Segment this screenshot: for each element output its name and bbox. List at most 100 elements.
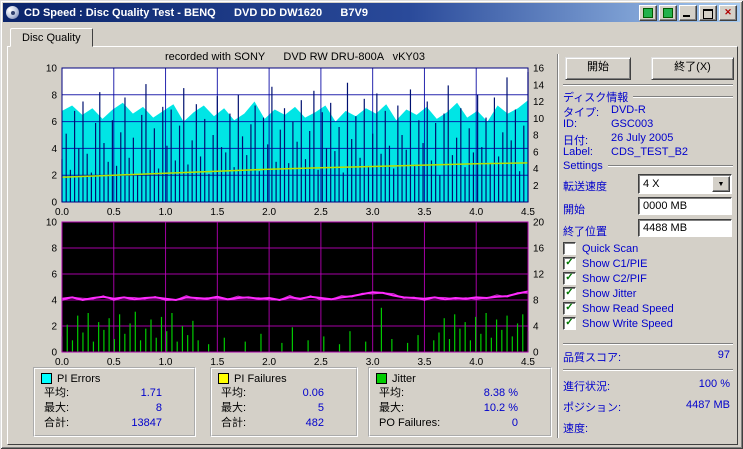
svg-text:3.0: 3.0 <box>366 207 380 218</box>
svg-text:4: 4 <box>533 322 539 333</box>
avg-label: 平均: <box>44 387 70 399</box>
svg-text:1.0: 1.0 <box>159 207 173 218</box>
svg-text:2: 2 <box>51 322 57 333</box>
po-failures-value: 0 <box>511 417 518 429</box>
header-rule <box>633 96 733 98</box>
transfer-speed-label: 転送速度 <box>563 181 607 193</box>
jitter-title: Jitter <box>392 372 416 385</box>
pi-errors-stats-box: PI Errors 平均: 1.71 最大: 8 合計: 13847 <box>33 367 196 437</box>
checkbox-row-show-jitter[interactable]: ✓ Show Jitter <box>563 286 735 301</box>
svg-text:12: 12 <box>533 270 545 281</box>
close-button[interactable]: ✕ <box>719 4 737 21</box>
checkbox-row-show-read-speed[interactable]: ✓ Show Read Speed <box>563 301 735 316</box>
total-value: 482 <box>305 417 324 429</box>
checkbox-label: Show Jitter <box>582 287 637 300</box>
start-position-input[interactable]: 0000 MB <box>638 197 732 215</box>
checkbox[interactable]: ✓ <box>563 257 576 270</box>
avg-value: 8.38 % <box>483 387 518 399</box>
svg-text:1.5: 1.5 <box>210 207 224 218</box>
svg-text:4: 4 <box>533 164 539 175</box>
titlebar: CD Speed : Disc Quality Test - BENQ DVD … <box>3 3 740 22</box>
minimize-icon <box>683 14 690 17</box>
transfer-speed-value: 4 X <box>643 178 660 190</box>
svg-text:8: 8 <box>51 90 57 101</box>
checkbox[interactable]: ✓ <box>563 272 576 285</box>
max-label: 最大: <box>44 402 70 414</box>
svg-text:10: 10 <box>46 64 58 75</box>
pi-errors-title: PI Errors <box>57 372 101 385</box>
pi-failures-title: PI Failures <box>234 372 287 385</box>
svg-text:8: 8 <box>533 296 539 307</box>
svg-text:14: 14 <box>533 80 545 91</box>
app-disc-icon[interactable] <box>6 6 19 19</box>
green-window-icon[interactable] <box>639 4 657 21</box>
svg-text:8: 8 <box>51 244 57 255</box>
svg-text:20: 20 <box>533 218 545 229</box>
max-value: 8 <box>155 402 162 414</box>
disc-info-header: ディスク情報 <box>563 89 733 105</box>
svg-text:4.5: 4.5 <box>521 207 535 218</box>
svg-text:10: 10 <box>46 218 58 229</box>
quality-score-label: 品質スコア: <box>563 352 622 364</box>
disc-id-label: ID: <box>563 118 578 130</box>
start-button[interactable]: 開始 <box>565 57 631 80</box>
recorded-with-label: recorded with SONY DVD RW DRU-800A vKY03 <box>164 51 426 63</box>
exit-button[interactable]: 終了(X) <box>651 57 734 80</box>
end-position-input[interactable]: 4488 MB <box>638 219 732 237</box>
disc-label-value: CDS_TEST_B2 <box>611 146 689 158</box>
total-label: 合計: <box>44 417 70 429</box>
checkbox-label: Show C1/PIE <box>582 257 648 270</box>
chevron-down-icon[interactable]: ▼ <box>712 176 730 192</box>
quality-score-value: 97 <box>717 349 730 361</box>
svg-text:16: 16 <box>533 64 545 75</box>
maximize-icon <box>703 8 713 19</box>
svg-text:2: 2 <box>51 171 57 182</box>
svg-text:12: 12 <box>533 97 545 108</box>
disc-info-header-label: ディスク情報 <box>563 92 629 104</box>
avg-value: 1.71 <box>140 387 162 399</box>
settings-header-label: Settings <box>563 160 603 172</box>
checkbox-label: Show C2/PIF <box>582 272 647 285</box>
checkbox[interactable] <box>563 242 576 255</box>
divider <box>563 343 733 345</box>
progress-label: 進行状況: <box>563 381 611 393</box>
green-window-icon-2[interactable] <box>659 4 677 21</box>
checkbox-row-quick-scan[interactable]: Quick Scan <box>563 241 735 256</box>
avg-label: 平均: <box>221 387 247 399</box>
app-window: CD Speed : Disc Quality Test - BENQ DVD … <box>0 0 743 449</box>
divider <box>563 369 733 371</box>
svg-text:0.5: 0.5 <box>107 207 121 218</box>
disc-date-value: 26 July 2005 <box>611 132 674 144</box>
pi-failures-color-swatch <box>218 373 229 384</box>
transfer-speed-select[interactable]: 4 X ▼ <box>638 174 732 194</box>
po-failures-label: PO Failures: <box>379 417 441 429</box>
max-value: 10.2 % <box>483 402 518 414</box>
jitter-color-swatch <box>376 373 387 384</box>
checkbox-row-show-c2-pif[interactable]: ✓ Show C2/PIF <box>563 271 735 286</box>
minimize-button[interactable] <box>679 4 697 21</box>
svg-text:6: 6 <box>533 147 539 158</box>
avg-value: 0.06 <box>302 387 324 399</box>
jitter-stats-box: Jitter 平均: 8.38 % 最大: 10.2 % PO Failures: 0 <box>368 367 552 437</box>
svg-text:6: 6 <box>51 117 57 128</box>
svg-text:2.5: 2.5 <box>314 207 328 218</box>
checkbox[interactable]: ✓ <box>563 317 576 330</box>
end-position-label: 終了位置 <box>563 226 607 238</box>
svg-text:6: 6 <box>51 270 57 281</box>
tab-disc-quality[interactable]: Disc Quality <box>10 28 93 47</box>
disc-id-value: GSC003 <box>611 118 654 130</box>
svg-text:4: 4 <box>51 144 57 155</box>
checkbox[interactable]: ✓ <box>563 287 576 300</box>
svg-text:4.0: 4.0 <box>469 207 483 218</box>
maximize-button[interactable] <box>699 4 717 21</box>
checkbox-row-show-c1-pie[interactable]: ✓ Show C1/PIE <box>563 256 735 271</box>
max-value: 5 <box>317 402 324 414</box>
pi-errors-color-swatch <box>41 373 52 384</box>
window-title: CD Speed : Disc Quality Test - BENQ DVD … <box>24 6 368 19</box>
checkbox-label: Quick Scan <box>582 242 639 255</box>
svg-text:3.5: 3.5 <box>417 207 431 218</box>
checkbox[interactable]: ✓ <box>563 302 576 315</box>
pi-failures-stats-box: PI Failures 平均: 0.06 最大: 5 合計: 482 <box>210 367 358 437</box>
checkbox-row-show-write-speed[interactable]: ✓ Show Write Speed <box>563 316 735 331</box>
svg-text:2: 2 <box>533 181 539 192</box>
